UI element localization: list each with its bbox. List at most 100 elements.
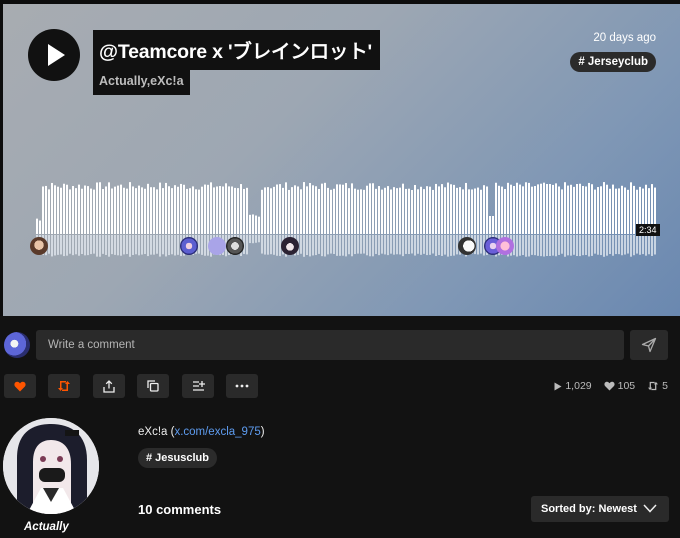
more-button[interactable] <box>226 374 258 398</box>
copy-link-button[interactable] <box>137 374 169 398</box>
waveform-bar-reflection <box>276 235 278 256</box>
waveform-bar-reflection <box>414 235 416 256</box>
waveform-bar-reflection <box>534 235 536 256</box>
waveform-bar <box>39 220 41 234</box>
waveform-comment-avatar[interactable] <box>496 237 514 255</box>
waveform-bar <box>186 188 188 234</box>
repost-button[interactable] <box>48 374 80 398</box>
waveform-bar-reflection <box>51 235 53 257</box>
waveform-bar <box>252 214 254 234</box>
waveform-bar <box>93 189 95 234</box>
uploader-avatar[interactable] <box>3 418 99 514</box>
waveform-bar <box>549 184 551 234</box>
waveform-comment-avatar[interactable] <box>180 237 198 255</box>
waveform-bar <box>552 184 554 234</box>
waveform-bar <box>207 184 209 234</box>
waveform-bar-reflection <box>84 235 86 256</box>
waveform[interactable] <box>36 180 656 258</box>
waveform-bar <box>546 184 548 234</box>
waveform-bar-reflection <box>54 235 56 256</box>
waveform-bar <box>420 186 422 234</box>
waveform-bar-reflection <box>309 235 311 257</box>
waveform-bar <box>168 186 170 234</box>
waveform-bar <box>585 186 587 234</box>
waveform-bar-reflection <box>567 235 569 256</box>
comment-input[interactable] <box>36 330 624 360</box>
waveform-comment-avatar[interactable] <box>30 237 48 255</box>
send-comment-button[interactable] <box>630 330 668 360</box>
waveform-bar-reflection <box>525 235 527 257</box>
waveform-bar-reflection <box>273 235 275 255</box>
waveform-comment-avatar[interactable] <box>281 237 299 255</box>
waveform-bar-reflection <box>528 235 530 257</box>
add-to-playlist-button[interactable] <box>182 374 214 398</box>
chevron-down-icon <box>643 504 657 513</box>
likes-stat[interactable]: 105 <box>604 380 636 392</box>
waveform-bar-reflection <box>315 235 317 256</box>
share-button[interactable] <box>93 374 125 398</box>
uploader-name[interactable]: Actually <box>24 521 69 533</box>
waveform-bar <box>219 186 221 234</box>
waveform-bar <box>51 182 53 234</box>
waveform-bar <box>114 186 116 234</box>
waveform-bar <box>81 188 83 234</box>
like-button[interactable] <box>4 374 36 398</box>
waveform-bar <box>231 186 233 234</box>
waveform-bar-reflection <box>420 235 422 255</box>
waveform-bar-reflection <box>99 235 101 257</box>
waveform-bar-reflection <box>399 235 401 255</box>
waveform-bar <box>156 189 158 234</box>
waveform-bar-reflection <box>129 235 131 257</box>
waveform-bar <box>66 184 68 234</box>
track-artist[interactable]: Actually,eXc!a <box>99 74 184 88</box>
waveform-bar <box>390 189 392 234</box>
sort-comments-button[interactable]: Sorted by: Newest <box>531 496 669 522</box>
waveform-bar <box>573 186 575 234</box>
waveform-bar-reflection <box>270 235 272 255</box>
waveform-bar <box>627 189 629 234</box>
waveform-bar <box>129 182 131 234</box>
waveform-bar-reflection <box>66 235 68 256</box>
waveform-bar-reflection <box>573 235 575 255</box>
waveform-bar <box>345 183 347 234</box>
waveform-bar-reflection <box>321 235 323 257</box>
waveform-bar <box>249 214 251 234</box>
waveform-bar-reflection <box>402 235 404 257</box>
waveform-bar-reflection <box>351 235 353 257</box>
waveform-bar <box>108 182 110 234</box>
waveform-bar <box>405 188 407 234</box>
waveform-bar <box>429 186 431 234</box>
waveform-bar <box>237 188 239 234</box>
waveform-bar <box>363 189 365 234</box>
description-link[interactable]: x.com/excla_975 <box>174 426 260 438</box>
waveform-bar <box>609 188 611 234</box>
track-title[interactable]: @Teamcore x 'ブレインロット' <box>99 41 372 63</box>
waveform-bar-reflection <box>378 235 380 256</box>
waveform-comment-avatar[interactable] <box>226 237 244 255</box>
waveform-bar <box>480 189 482 234</box>
reposts-stat[interactable]: 5 <box>647 380 668 392</box>
waveform-bar-reflection <box>333 235 335 254</box>
waveform-bar <box>615 188 617 234</box>
waveform-bar-reflection <box>63 235 65 257</box>
waveform-bar <box>612 184 614 234</box>
waveform-bar-reflection <box>516 235 518 257</box>
likes-count: 105 <box>617 380 636 392</box>
waveform-comment-avatar[interactable] <box>208 237 226 255</box>
upload-time: 20 days ago <box>593 32 656 44</box>
description-tag[interactable]: # Jesusclub <box>138 448 217 468</box>
waveform-bar <box>255 215 257 234</box>
track-artist-box: Actually,eXc!a <box>93 68 190 95</box>
waveform-bar-reflection <box>90 235 92 255</box>
waveform-bar <box>264 187 266 234</box>
current-user-avatar[interactable] <box>4 332 30 358</box>
waveform-comment-avatar[interactable] <box>458 237 476 255</box>
genre-tag[interactable]: # Jerseyclub <box>570 52 656 72</box>
sort-label: Sorted by: Newest <box>541 503 637 515</box>
play-button[interactable] <box>28 29 80 81</box>
waveform-bar-reflection <box>612 235 614 256</box>
hero-top-edge <box>0 0 680 4</box>
waveform-bar <box>291 187 293 234</box>
waveform-bar <box>60 187 62 234</box>
waveform-bar <box>360 189 362 234</box>
